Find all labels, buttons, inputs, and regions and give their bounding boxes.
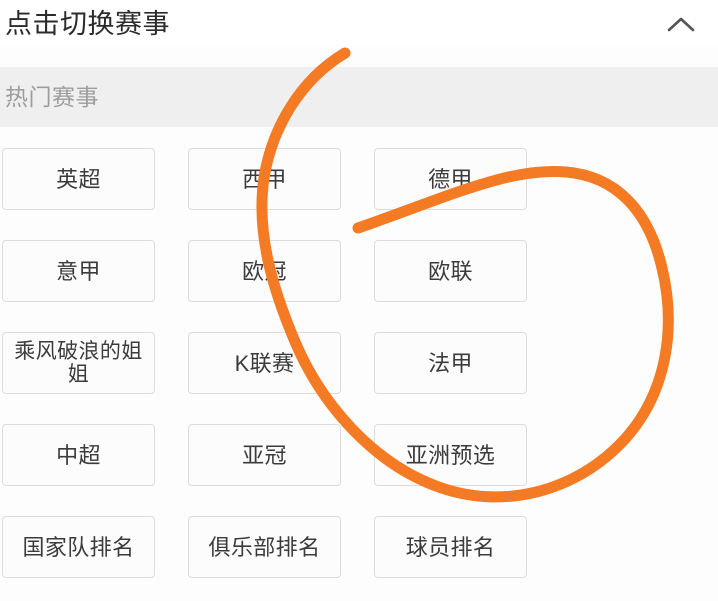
league-chip[interactable]: 亚冠 [188, 424, 341, 486]
section-header-label: 热门赛事 [5, 84, 99, 110]
league-chip[interactable]: 国家队排名 [2, 516, 155, 578]
league-chip[interactable]: 英超 [2, 148, 155, 210]
league-chip-label: 亚冠 [242, 442, 287, 468]
league-chip[interactable]: 法甲 [374, 332, 527, 394]
league-chip[interactable]: 中超 [2, 424, 155, 486]
league-chip[interactable]: 亚洲预选 [374, 424, 527, 486]
league-chip-label: 乘风破浪的姐姐 [14, 340, 143, 386]
league-chip[interactable]: K联赛 [188, 332, 341, 394]
league-chip-label: 意甲 [56, 258, 101, 284]
league-chip[interactable]: 欧联 [374, 240, 527, 302]
page-title: 点击切换赛事 [5, 8, 170, 39]
league-chip-label: 国家队排名 [22, 534, 135, 560]
collapse-toggle-button[interactable] [664, 7, 698, 41]
league-chip[interactable]: 德甲 [374, 148, 527, 210]
league-chip-label: 德甲 [428, 166, 473, 192]
league-chip[interactable]: 乘风破浪的姐姐 [2, 332, 155, 394]
league-chip-label: 球员排名 [405, 534, 496, 560]
panel-header: 点击切换赛事 [0, 0, 718, 47]
league-chip-grid: 英超 西甲 德甲意甲 欧冠 欧联乘风破浪的姐姐 K联赛 法甲中超 亚冠 亚洲预选国家队排名 俱乐部… [0, 127, 718, 601]
league-chip[interactable]: 西甲 [188, 148, 341, 210]
league-chip[interactable]: 俱乐部排名 [188, 516, 341, 578]
league-chip-label: 西甲 [242, 166, 287, 192]
section-header-hot-events: 热门赛事 [0, 67, 718, 127]
league-chip-label: K联赛 [234, 350, 295, 376]
chevron-up-icon [666, 15, 696, 33]
league-chip-label: 法甲 [428, 350, 473, 376]
league-chip-label: 英超 [56, 166, 101, 192]
league-chip[interactable]: 球员排名 [374, 516, 527, 578]
league-switcher-panel: 点击切换赛事 热门赛事 英超 西甲 德甲意甲 欧冠 欧联乘风破浪的姐姐 K联赛 法甲中超 亚冠… [0, 0, 718, 601]
league-chip-label: 中超 [56, 442, 101, 468]
league-chip-label: 欧冠 [242, 258, 287, 284]
league-chip-label: 亚洲预选 [405, 442, 496, 468]
league-chip[interactable]: 意甲 [2, 240, 155, 302]
league-chip-label: 欧联 [428, 258, 473, 284]
league-chip-label: 俱乐部排名 [208, 534, 321, 560]
league-chip[interactable]: 欧冠 [188, 240, 341, 302]
